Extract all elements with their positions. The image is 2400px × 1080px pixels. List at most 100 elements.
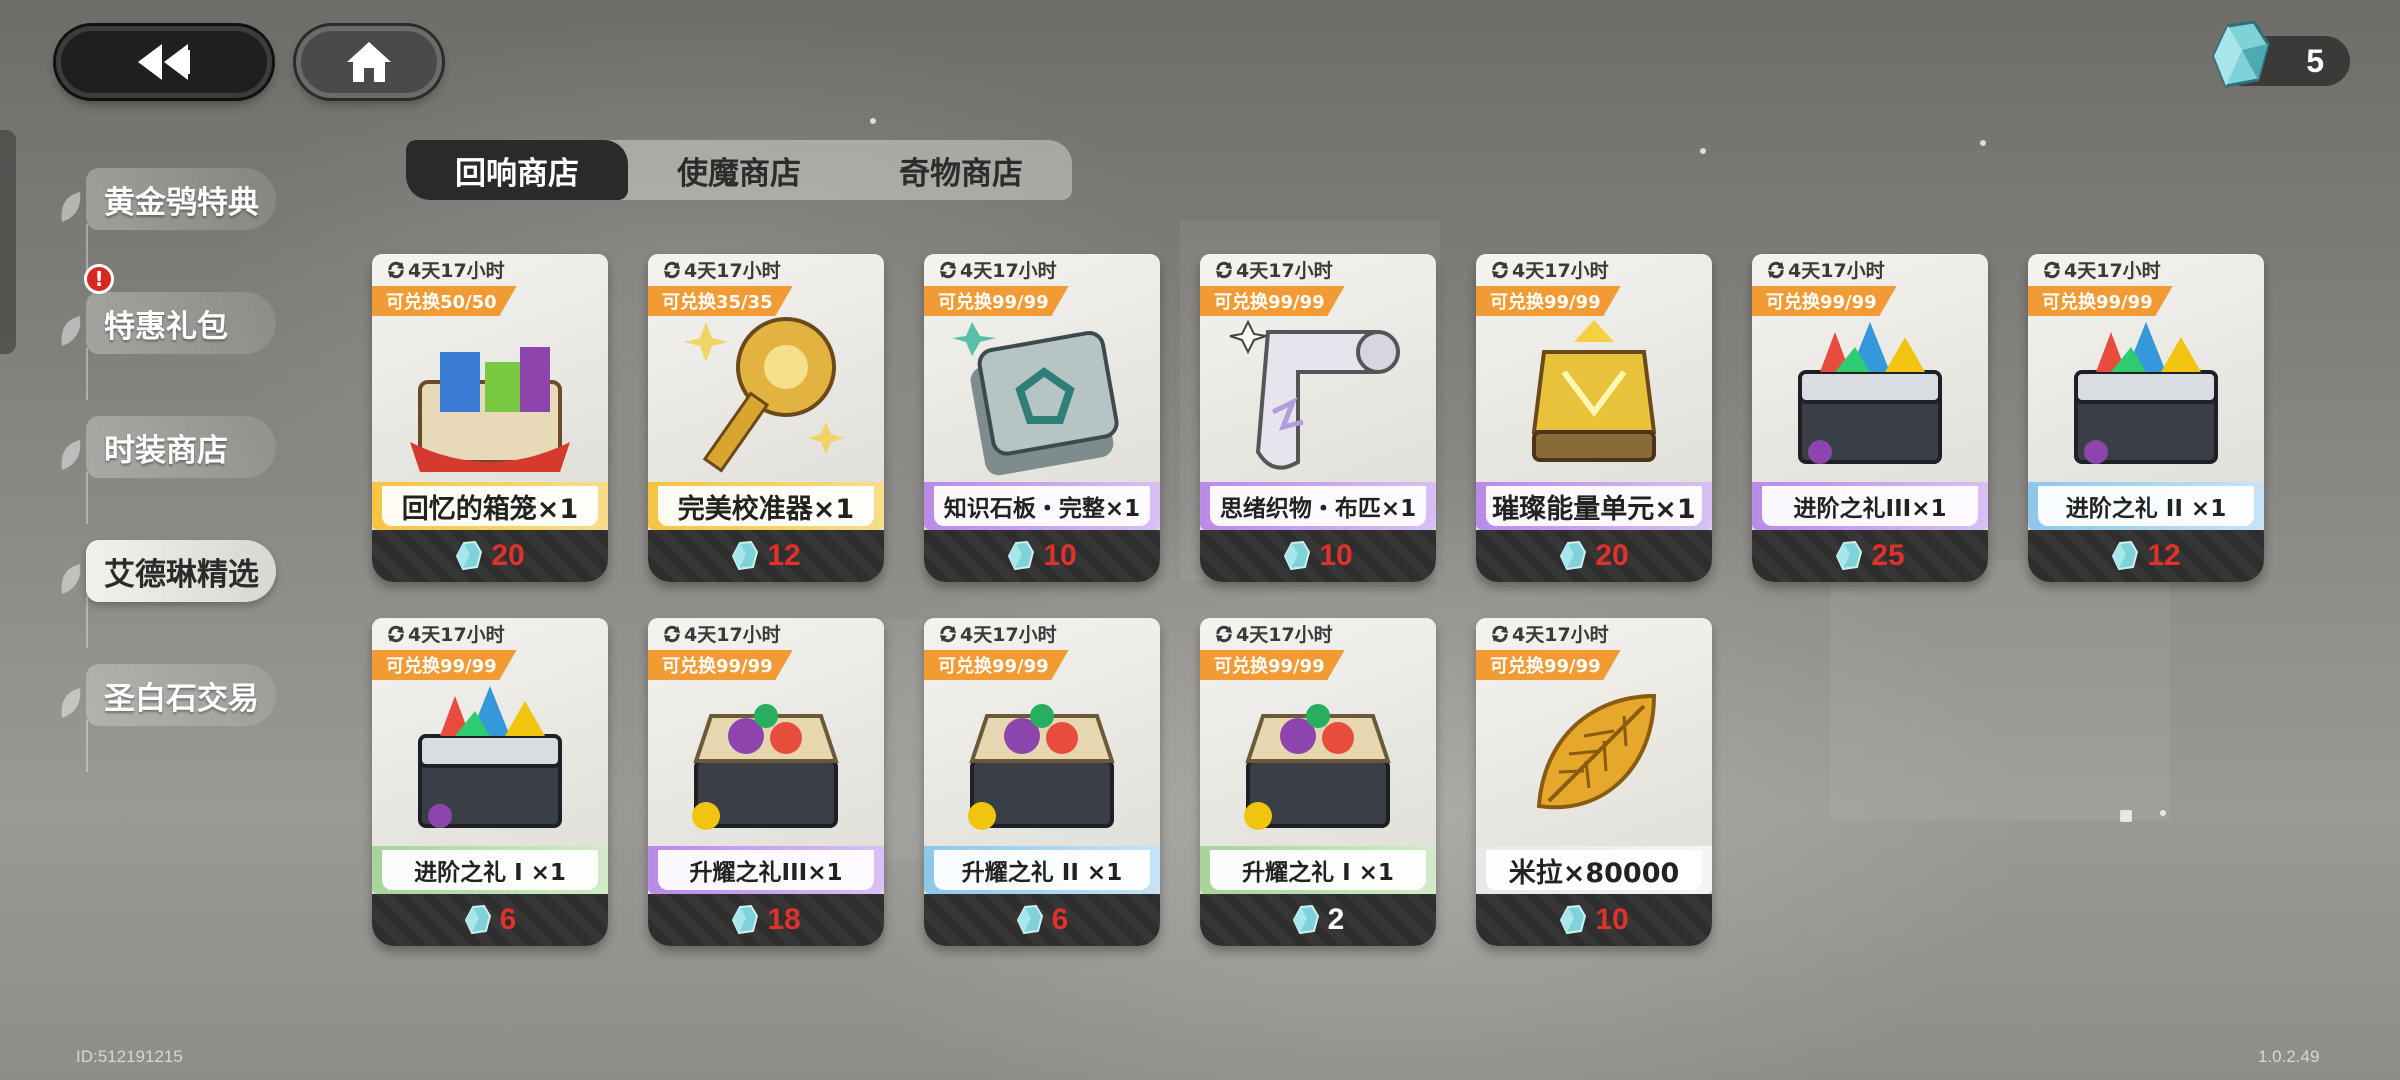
item-name: 进阶之礼 II ×1 <box>2038 486 2254 526</box>
timer-text: 4天17小时 <box>960 624 1057 646</box>
item-name: 璀璨能量单元×1 <box>1486 486 1702 526</box>
timer-text: 4天17小时 <box>1236 260 1333 282</box>
shop-item-card[interactable]: 4天17小时 可兑换99/99 思绪织物・布匹×1 10 <box>1200 254 1436 582</box>
price-bar: 20 <box>372 530 608 582</box>
shop-item-card[interactable]: 4天17小时 可兑换99/99 进阶之礼III×1 25 <box>1752 254 1988 582</box>
gem-chest-icon <box>2074 322 2218 464</box>
price-bar: 6 <box>372 894 608 946</box>
refresh-timer: 4天17小时 <box>1214 620 1333 647</box>
sidebar-divider <box>86 720 88 772</box>
player-id: ID:512191215 <box>76 1047 183 1066</box>
item-name: 思绪织物・布匹×1 <box>1210 486 1426 526</box>
golden-leaf-icon <box>1536 693 1657 810</box>
shop-tabs: 回响商店 使魔商店 奇物商店 <box>406 140 1072 200</box>
shop-item-card[interactable]: 4天17小时 可兑换50/50 回忆的箱笼×1 20 <box>372 254 608 582</box>
refresh-timer: 4天17小时 <box>662 620 781 647</box>
crystal-icon <box>1284 541 1311 571</box>
rarity-band: 进阶之礼 II ×1 <box>2028 482 2264 530</box>
rarity-band: 升耀之礼 II ×1 <box>924 846 1160 894</box>
price-bar: 12 <box>2028 530 2264 582</box>
rarity-band: 璀璨能量单元×1 <box>1476 482 1712 530</box>
crystal-icon <box>2112 541 2139 571</box>
price-value: 10 <box>1043 539 1077 572</box>
price-bar: 18 <box>648 894 884 946</box>
item-name: 进阶之礼III×1 <box>1762 486 1978 526</box>
shop-item-card[interactable]: 4天17小时 可兑换99/99 进阶之礼 II ×1 12 <box>2028 254 2264 582</box>
price-bar: 10 <box>1476 894 1712 946</box>
price-value: 18 <box>767 903 801 936</box>
refresh-timer: 4天17小时 <box>662 256 781 283</box>
home-icon <box>347 42 391 82</box>
crystal-icon <box>1560 905 1587 935</box>
refresh-icon <box>664 625 680 642</box>
shop-item-card[interactable]: 4天17小时 可兑换99/99 升耀之礼 I ×1 2 <box>1200 618 1436 946</box>
sidebar-item[interactable]: 黄金鸮特典 <box>86 168 276 230</box>
timer-text: 4天17小时 <box>684 624 781 646</box>
shop-item-card[interactable]: 4天17小时 可兑换99/99 进阶之礼 I ×1 6 <box>372 618 608 946</box>
sidebar-item[interactable]: 时装商店 <box>86 416 276 478</box>
rarity-band: 思绪织物・布匹×1 <box>1200 482 1436 530</box>
rarity-band: 进阶之礼 I ×1 <box>372 846 608 894</box>
currency-display[interactable]: 5 <box>2212 20 2350 88</box>
back-button[interactable] <box>56 26 272 98</box>
price-bar: 6 <box>924 894 1160 946</box>
price-bar: 12 <box>648 530 884 582</box>
refresh-timer: 4天17小时 <box>2042 256 2161 283</box>
crystal-icon <box>1016 905 1043 935</box>
item-name: 升耀之礼 I ×1 <box>1210 850 1426 890</box>
sidebar-item[interactable]: 艾德琳精选 <box>86 540 276 602</box>
tab-echo-shop[interactable]: 回响商店 <box>406 140 628 200</box>
price-bar: 2 <box>1200 894 1436 946</box>
sparkle <box>1700 148 1706 154</box>
leaf-icon <box>61 564 81 594</box>
shop-item-card[interactable]: 4天17小时 可兑换99/99 知识石板・完整×1 10 <box>924 254 1160 582</box>
alert-badge: ! <box>84 264 114 294</box>
tab-curio-shop[interactable]: 奇物商店 <box>850 140 1072 200</box>
refresh-icon <box>388 625 404 642</box>
energy-lantern-icon <box>1531 320 1657 462</box>
leaf-icon <box>61 440 81 470</box>
rarity-band: 升耀之礼 I ×1 <box>1200 846 1436 894</box>
leaf-icon <box>61 316 81 346</box>
timer-text: 4天17小时 <box>1788 260 1885 282</box>
shop-item-card[interactable]: 4天17小时 可兑换35/35 完美校准器×1 12 <box>648 254 884 582</box>
item-name: 回忆的箱笼×1 <box>382 486 598 526</box>
sparkle <box>1980 140 1986 146</box>
price-value: 2 <box>1327 903 1345 936</box>
sparkle <box>2120 810 2132 822</box>
timer-text: 4天17小时 <box>960 260 1057 282</box>
refresh-icon <box>664 261 680 278</box>
crystal-icon <box>732 905 759 935</box>
price-value: 25 <box>1871 539 1905 572</box>
crystal-icon <box>1836 541 1863 571</box>
stone-tablet-icon <box>952 322 1119 476</box>
crystal-icon <box>456 541 483 571</box>
gem-chest-icon <box>1798 322 1942 464</box>
shop-item-card[interactable]: 4天17小时 可兑换99/99 升耀之礼 II ×1 6 <box>924 618 1160 946</box>
rarity-band: 米拉×80000 <box>1476 846 1712 894</box>
rarity-band: 升耀之礼III×1 <box>648 846 884 894</box>
shop-item-card[interactable]: 4天17小时 可兑换99/99 升耀之礼III×1 18 <box>648 618 884 946</box>
shop-item-card[interactable]: 4天17小时 可兑换99/99 米拉×80000 10 <box>1476 618 1712 946</box>
shop-item-card[interactable]: 4天17小时 可兑换99/99 璀璨能量单元×1 20 <box>1476 254 1712 582</box>
orb-chest-icon <box>968 704 1115 830</box>
refresh-timer: 4天17小时 <box>386 620 505 647</box>
refresh-icon <box>1216 261 1232 278</box>
rarity-band: 进阶之礼III×1 <box>1752 482 1988 530</box>
price-bar: 20 <box>1476 530 1712 582</box>
leaf-icon <box>61 688 81 718</box>
price-bar: 25 <box>1752 530 1988 582</box>
refresh-timer: 4天17小时 <box>1766 256 1885 283</box>
sidebar-item[interactable]: 圣白石交易 <box>86 664 276 726</box>
golden-key-icon <box>684 317 844 473</box>
sidebar-divider <box>86 596 88 648</box>
home-button[interactable] <box>296 26 442 98</box>
timer-text: 4天17小时 <box>1512 624 1609 646</box>
timer-text: 4天17小时 <box>408 624 505 646</box>
orb-chest-icon <box>1244 704 1391 830</box>
leaf-icon <box>61 192 81 222</box>
crystal-icon <box>732 541 759 571</box>
memory-chest-icon <box>410 347 570 472</box>
sidebar-item[interactable]: 特惠礼包 <box>86 292 276 354</box>
tab-familiar-shop[interactable]: 使魔商店 <box>628 140 850 200</box>
